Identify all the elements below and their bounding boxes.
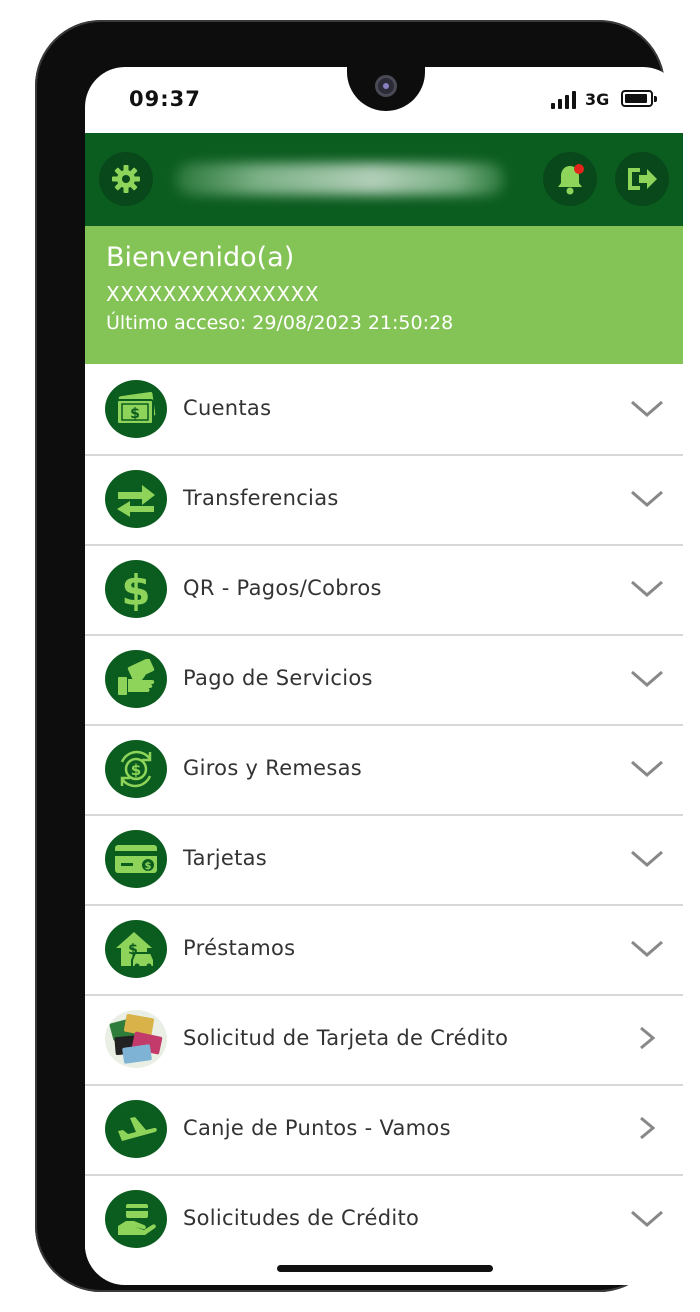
menu-item-label: Transferencias xyxy=(183,486,339,510)
menu-item-qr-pagos[interactable]: $ QR - Pagos/Cobros xyxy=(85,546,683,636)
chevron-down-icon xyxy=(631,760,663,777)
cash-icon: $ xyxy=(116,392,156,425)
home-indicator[interactable] xyxy=(277,1265,493,1272)
app-header xyxy=(85,133,683,226)
menu-item-pago-servicios[interactable]: Pago de Servicios xyxy=(85,636,683,726)
logout-button[interactable] xyxy=(615,152,669,206)
svg-text:$: $ xyxy=(145,861,152,872)
menu-item-giros-remesas[interactable]: $ Giros y Remesas xyxy=(85,726,683,816)
menu-item-solicitud-tarjeta[interactable]: Solicitud de Tarjeta de Crédito xyxy=(85,996,683,1086)
dollar-icon: $ xyxy=(121,567,150,611)
welcome-greeting: Bienvenido(a) xyxy=(106,242,295,273)
menu-item-prestamos[interactable]: $ Préstamos xyxy=(85,906,683,996)
menu-item-label: Giros y Remesas xyxy=(183,756,363,780)
menu-item-solicitudes-credito[interactable]: Solicitudes de Crédito xyxy=(85,1176,683,1264)
svg-text:$: $ xyxy=(131,761,141,779)
menu-item-label: Solicitudes de Crédito xyxy=(183,1206,420,1230)
main-menu: $ Cuentas Transferencias $ QR - Pagos/Co… xyxy=(85,366,683,1264)
menu-item-label: Pago de Servicios xyxy=(183,666,373,690)
menu-icon-circle: $ xyxy=(105,830,167,888)
chevron-down-icon xyxy=(631,670,663,687)
user-name-blurred xyxy=(175,163,505,195)
welcome-user: XXXXXXXXXXXXXXX xyxy=(106,282,320,306)
phone-frame: 09:37 3G Bienvenido(a) XXXXXXXXXXXXXXX Ú… xyxy=(35,20,683,1292)
screen: 09:37 3G Bienvenido(a) XXXXXXXXXXXXXXX Ú… xyxy=(85,67,683,1285)
hand-card-icon xyxy=(118,1204,156,1235)
hand-money-icon xyxy=(118,659,155,695)
menu-item-label: Canje de Puntos - Vamos xyxy=(183,1116,451,1140)
notification-dot xyxy=(574,164,584,174)
menu-icon-circle: $ xyxy=(105,920,167,978)
welcome-panel: Bienvenido(a) XXXXXXXXXXXXXXX Último acc… xyxy=(85,226,683,364)
network-type: 3G xyxy=(585,90,610,109)
transfer-arrows-icon xyxy=(117,485,155,517)
chevron-right-icon xyxy=(640,1116,656,1140)
settings-button[interactable] xyxy=(99,152,153,206)
credit-card-icon: $ xyxy=(115,845,157,873)
battery-icon xyxy=(621,90,657,107)
chevron-down-icon xyxy=(631,490,663,507)
menu-item-label: QR - Pagos/Cobros xyxy=(183,576,382,600)
menu-icon-circle: $ xyxy=(105,560,167,618)
chevron-right-icon xyxy=(640,1026,656,1050)
cards-photo-icon xyxy=(109,1014,163,1064)
menu-item-tarjetas[interactable]: $ Tarjetas xyxy=(85,816,683,906)
menu-icon-circle: $ xyxy=(105,740,167,798)
chevron-down-icon xyxy=(631,940,663,957)
menu-icon-circle xyxy=(105,1100,167,1158)
menu-icon-circle xyxy=(105,1190,167,1248)
signal-icon xyxy=(551,91,579,109)
last-access: Último acceso: 29/08/2023 21:50:28 xyxy=(106,312,454,334)
svg-text:$: $ xyxy=(130,406,140,422)
menu-item-label: Cuentas xyxy=(183,396,272,420)
money-cycle-icon: $ xyxy=(120,750,152,788)
menu-item-transferencias[interactable]: Transferencias xyxy=(85,456,683,546)
menu-icon-circle xyxy=(105,1010,167,1068)
logout-icon xyxy=(628,168,657,190)
notifications-button[interactable] xyxy=(543,152,597,206)
menu-item-label: Tarjetas xyxy=(183,846,268,870)
front-camera xyxy=(375,75,397,97)
chevron-down-icon xyxy=(631,1210,663,1227)
menu-item-cuentas[interactable]: $ Cuentas xyxy=(85,366,683,456)
gear-icon xyxy=(112,165,140,193)
menu-item-label: Préstamos xyxy=(183,936,296,960)
status-time: 09:37 xyxy=(129,87,201,111)
menu-item-label: Solicitud de Tarjeta de Crédito xyxy=(183,1026,509,1050)
chevron-down-icon xyxy=(631,580,663,597)
house-car-loan-icon: $ xyxy=(116,932,155,969)
svg-text:$: $ xyxy=(121,567,150,611)
menu-icon-circle: $ xyxy=(105,380,167,438)
chevron-down-icon xyxy=(631,850,663,867)
bell-icon xyxy=(558,164,584,195)
airplane-icon xyxy=(118,1117,157,1141)
menu-icon-circle xyxy=(105,650,167,708)
menu-item-canje-puntos[interactable]: Canje de Puntos - Vamos xyxy=(85,1086,683,1176)
chevron-down-icon xyxy=(631,400,663,417)
menu-icon-circle xyxy=(105,470,167,528)
